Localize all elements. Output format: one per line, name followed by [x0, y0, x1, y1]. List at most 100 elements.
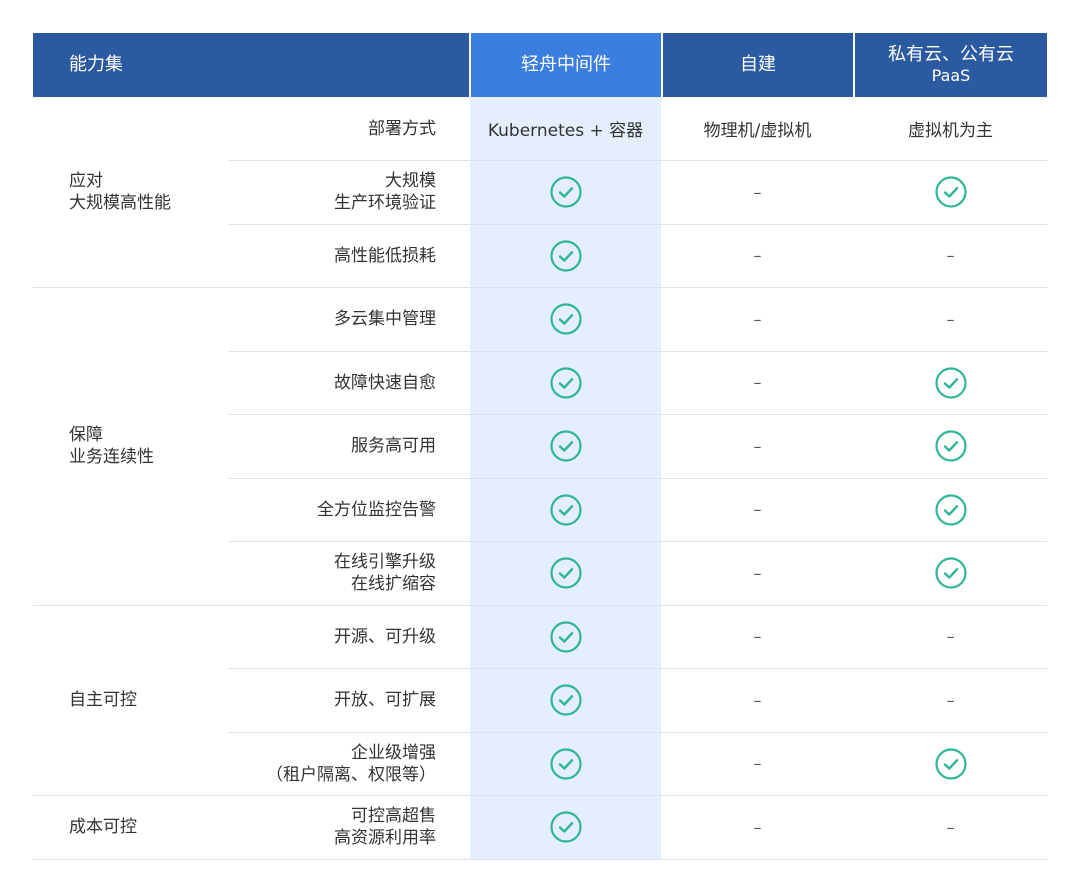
cell-cloud: –	[854, 796, 1047, 860]
not-supported-mark: –	[753, 563, 762, 583]
row-label: 高性能低损耗	[228, 245, 436, 267]
row-label-line: 大规模	[385, 171, 436, 192]
row-separator	[228, 223, 1047, 225]
check-circle-icon	[934, 175, 968, 209]
not-supported-mark: –	[753, 627, 762, 647]
group-label: 保障 业务连续性	[69, 424, 154, 468]
row-label-line: 在线扩缩容	[351, 574, 436, 595]
cell-self-built: –	[662, 605, 853, 669]
cell-cloud: –	[854, 288, 1047, 352]
row-label-line: 服务高可用	[351, 436, 436, 457]
group-label-line: 大规模高性能	[69, 193, 171, 214]
cell-cloud: –	[854, 605, 1047, 669]
cell-self-built: –	[662, 415, 853, 479]
not-supported-mark: –	[753, 690, 762, 710]
row-separator	[228, 668, 1047, 669]
check-circle-icon	[549, 620, 583, 654]
cell-product	[470, 732, 661, 796]
check-circle-icon	[934, 429, 968, 463]
cell-product	[470, 478, 661, 542]
cell-cloud: –	[854, 669, 1047, 733]
row-label-line: 全方位监控告警	[317, 499, 436, 520]
not-supported-mark: –	[753, 246, 762, 266]
cell-product	[470, 351, 661, 415]
row-separator	[228, 350, 1047, 352]
group-separator	[33, 858, 1047, 860]
cell-product	[470, 669, 661, 733]
group-label-line: 应对	[69, 171, 103, 192]
cell-cloud	[854, 415, 1047, 479]
check-circle-icon	[934, 747, 968, 781]
cell-cloud	[854, 161, 1047, 225]
row-label: 可控高超售 高资源利用率	[228, 805, 436, 849]
not-supported-mark: –	[753, 182, 762, 202]
cell-self-built: –	[662, 288, 853, 352]
cell-product	[470, 288, 661, 352]
not-supported-mark: –	[946, 627, 955, 647]
cell-product	[470, 161, 661, 225]
group-label: 自主可控	[69, 689, 137, 711]
not-supported-mark: –	[946, 246, 955, 266]
check-circle-icon	[549, 747, 583, 781]
not-supported-mark: –	[753, 436, 762, 456]
cell-cloud	[854, 351, 1047, 415]
cell-cloud	[854, 478, 1047, 542]
cell-cloud	[854, 732, 1047, 796]
row-label: 全方位监控告警	[228, 499, 436, 521]
group-label: 成本可控	[69, 816, 137, 838]
check-circle-icon	[934, 493, 968, 527]
group-label-line: 业务连续性	[69, 447, 154, 468]
row-label-line: 开放、可扩展	[334, 690, 436, 711]
cell-deployment-product: Kubernetes + 容器	[487, 121, 644, 142]
check-circle-icon	[549, 302, 583, 336]
cell-self-built: –	[662, 542, 853, 606]
cell-deployment-self-built: 物理机/虚拟机	[703, 121, 812, 142]
row-label-line: 故障快速自愈	[334, 372, 436, 393]
check-circle-icon	[934, 366, 968, 400]
not-supported-mark: –	[753, 500, 762, 520]
check-circle-icon	[549, 239, 583, 273]
not-supported-mark: –	[753, 754, 762, 774]
row-separator	[228, 477, 1047, 479]
header-product: 轻舟中间件	[471, 33, 661, 97]
row-label-deployment: 部署方式	[368, 118, 436, 139]
check-circle-icon	[549, 683, 583, 717]
row-label-line: 高性能低损耗	[334, 245, 436, 266]
row-label-line: 高资源利用率	[334, 828, 436, 849]
row-separator	[228, 414, 1047, 415]
header-self-built: 自建	[740, 54, 776, 76]
check-circle-icon	[934, 556, 968, 590]
row-label-line: 开源、可升级	[334, 626, 436, 647]
row-label: 大规模 生产环境验证	[228, 170, 436, 214]
header-cloud-line1: 私有云、公有云	[888, 43, 1014, 65]
cell-product	[470, 224, 661, 288]
check-circle-icon	[549, 810, 583, 844]
header-cloud-line2: PaaS	[931, 66, 971, 86]
header-capability: 能力集	[69, 54, 123, 76]
row-label-line: 可控高超售	[351, 806, 436, 827]
check-circle-icon	[549, 175, 583, 209]
row-label-line: 企业级增强	[351, 742, 436, 763]
cell-product	[470, 542, 661, 606]
not-supported-mark: –	[753, 373, 762, 393]
group-label-line: 成本可控	[69, 817, 137, 838]
row-separator	[228, 541, 1047, 542]
table-header: 能力集 轻舟中间件 自建 私有云、公有云 PaaS	[33, 33, 1047, 97]
not-supported-mark: –	[753, 817, 762, 837]
cell-cloud: –	[854, 224, 1047, 288]
check-circle-icon	[549, 366, 583, 400]
row-label: 多云集中管理	[228, 308, 436, 330]
row-label: 服务高可用	[228, 435, 436, 457]
row-label-line: 生产环境验证	[334, 193, 436, 214]
cell-self-built: –	[662, 224, 853, 288]
cell-self-built: –	[662, 732, 853, 796]
group-label-line: 自主可控	[69, 690, 137, 711]
row-label: 故障快速自愈	[228, 372, 436, 394]
row-label: 在线引擎升级 在线扩缩容	[228, 551, 436, 595]
cell-self-built: –	[662, 478, 853, 542]
not-supported-mark: –	[946, 690, 955, 710]
cell-deployment-cloud: 虚拟机为主	[908, 121, 993, 142]
row-label: 开源、可升级	[228, 626, 436, 648]
cell-self-built: –	[662, 796, 853, 860]
row-label-line: 在线引擎升级	[334, 552, 436, 573]
